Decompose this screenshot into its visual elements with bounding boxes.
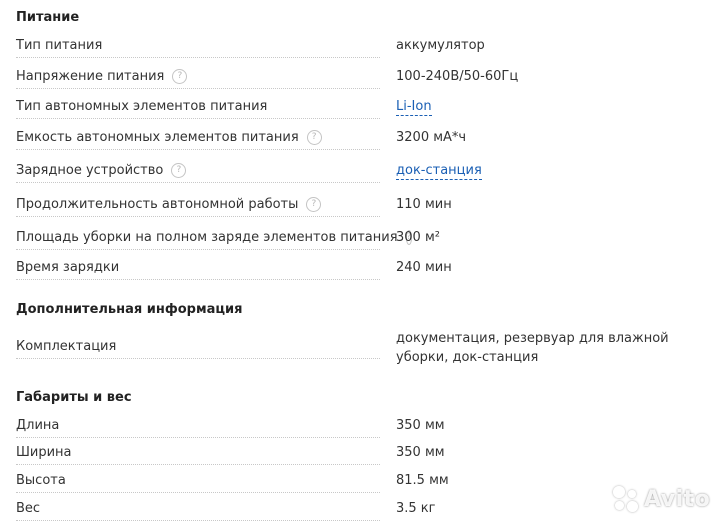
section-title-dimensions: Габариты и вес <box>16 390 132 405</box>
spec-value: документация, резервуар для влажной убор… <box>396 331 669 365</box>
help-icon[interactable]: ? <box>172 69 188 84</box>
spec-label: Площадь уборки на полном заряде элементо… <box>16 230 398 245</box>
section-title-power: Питание <box>16 10 80 25</box>
avito-dots-icon <box>612 484 642 514</box>
spec-label: Комплектация <box>16 339 117 354</box>
spec-label: Напряжение питания <box>16 69 165 84</box>
spec-value: 100-240В/50-60Гц <box>396 69 519 84</box>
spec-label: Продолжительность автономной работы <box>16 197 299 212</box>
spec-label: Высота <box>16 473 66 488</box>
spec-value: 3200 мА*ч <box>396 130 467 145</box>
spec-label: Ширина <box>16 445 72 460</box>
spec-value: 350 мм <box>396 445 445 460</box>
spec-value: 110 мин <box>396 197 452 212</box>
help-icon[interactable]: ? <box>306 197 322 212</box>
spec-label: Тип автономных элементов питания <box>16 99 268 114</box>
spec-value: 350 мм <box>396 418 445 433</box>
help-icon[interactable]: ? <box>306 130 322 145</box>
spec-label: Тип питания <box>16 38 103 53</box>
spec-label: Зарядное устройство <box>16 163 164 178</box>
spec-value: 81.5 мм <box>396 473 449 488</box>
spec-value-link[interactable]: Li-Ion <box>396 99 432 116</box>
spec-value: 3.5 кг <box>396 501 436 516</box>
spec-value: 300 м² <box>396 230 440 245</box>
spec-label: Длина <box>16 418 60 433</box>
spec-label: Вес <box>16 501 41 516</box>
help-icon[interactable]: ? <box>171 163 187 178</box>
avito-watermark: Avito <box>612 484 716 514</box>
spec-label: Емкость автономных элементов питания <box>16 130 299 145</box>
spec-value-link[interactable]: док-станция <box>396 163 482 180</box>
section-title-extra: Дополнительная информация <box>16 302 243 317</box>
spec-label: Время зарядки <box>16 260 120 275</box>
watermark-text: Avito <box>644 486 711 512</box>
spec-value: 240 мин <box>396 260 452 275</box>
spec-value: аккумулятор <box>396 38 485 53</box>
